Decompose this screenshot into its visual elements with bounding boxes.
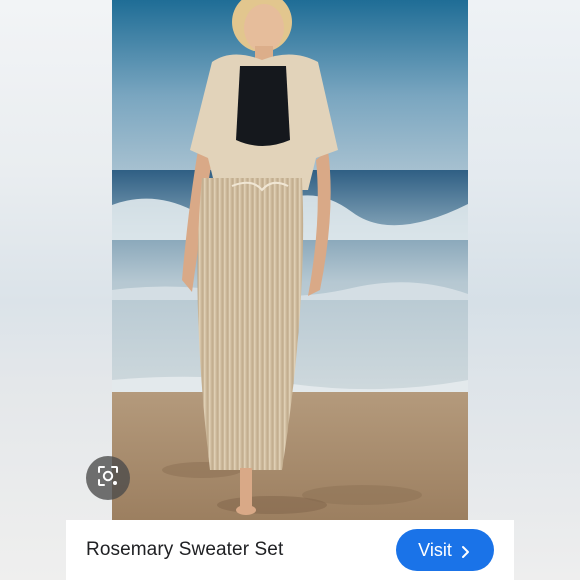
product-photo[interactable] [112,0,468,520]
visit-button[interactable]: Visit [396,529,494,571]
product-title: Rosemary Sweater Set [86,539,284,560]
blurred-backdrop-right [468,0,580,580]
beach-fashion-photo [112,0,468,520]
visual-search-button[interactable] [86,456,130,500]
product-info-card: Rosemary Sweater Set Visit [66,520,514,580]
chevron-right-icon [460,543,472,558]
visit-button-label: Visit [418,539,452,560]
visual-search-icon [96,464,120,493]
